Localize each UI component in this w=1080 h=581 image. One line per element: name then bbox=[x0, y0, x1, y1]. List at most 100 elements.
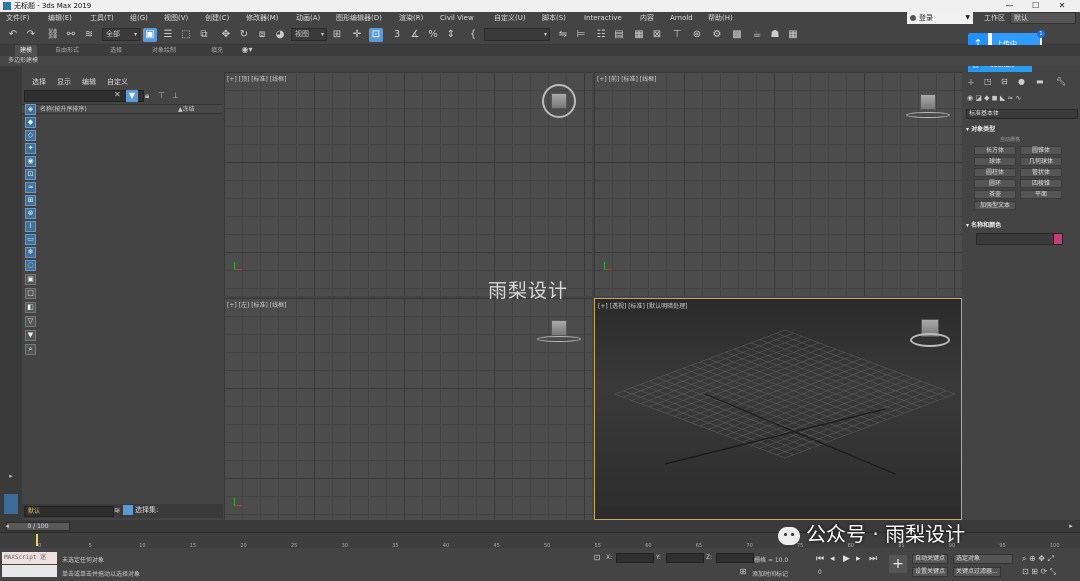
menu-arnold[interactable]: Arnold bbox=[670, 13, 693, 24]
cone-button[interactable]: 圆锥体 bbox=[1020, 146, 1062, 155]
spinner-snap-icon[interactable]: ⇕ bbox=[444, 28, 458, 42]
select-by-name-icon[interactable]: ☰ bbox=[161, 28, 175, 42]
tube-button[interactable]: 管状体 bbox=[1020, 168, 1062, 177]
display-geometry-icon[interactable]: ◆ bbox=[25, 117, 36, 128]
menu-views[interactable]: 视图(V) bbox=[164, 13, 188, 24]
scale-icon[interactable]: ⧈ bbox=[255, 28, 269, 42]
render-production-icon[interactable]: ☕ bbox=[750, 28, 764, 42]
viewport-front-label[interactable]: [+] [前] [标准] [线框] bbox=[597, 74, 656, 83]
percent-snap-icon[interactable]: % bbox=[426, 28, 440, 42]
isolate-selection-icon[interactable]: ⊡ bbox=[590, 551, 604, 565]
display-shapes-icon[interactable]: ◇ bbox=[25, 130, 36, 141]
explorer-menu-customize[interactable]: 自定义 bbox=[107, 77, 128, 87]
frame-number[interactable]: 0 bbox=[818, 569, 822, 576]
maxscript-listener[interactable]: MAXScript 迷 bbox=[2, 552, 57, 564]
display-containers-icon[interactable]: ▭ bbox=[25, 234, 36, 245]
display-spacewarps-icon[interactable]: ≈ bbox=[25, 182, 36, 193]
viewport-left[interactable]: [+] [左] [标准] [线框] bbox=[224, 298, 592, 520]
display-lights-icon[interactable]: ✦ bbox=[25, 143, 36, 154]
col-frozen-header[interactable]: ▲冻结 bbox=[178, 105, 195, 114]
slider-left-icon[interactable]: ◂ bbox=[0, 519, 14, 533]
display-bones-icon[interactable]: ⌇ bbox=[25, 221, 36, 232]
bind-space-warp-icon[interactable]: ≋ bbox=[82, 28, 96, 42]
object-color-swatch[interactable] bbox=[1053, 233, 1063, 245]
ref-coord-dropdown[interactable]: 视图 bbox=[291, 28, 327, 41]
viewcube[interactable] bbox=[920, 94, 936, 110]
rendered-frame-icon[interactable]: ▩ bbox=[730, 28, 744, 42]
go-to-end-icon[interactable]: ⏭ bbox=[869, 554, 877, 564]
align-icon[interactable]: ⊨ bbox=[574, 28, 588, 42]
menu-create[interactable]: 创建(C) bbox=[205, 13, 229, 24]
menu-help[interactable]: 帮助(H) bbox=[708, 13, 733, 24]
menu-rendering[interactable]: 渲染(R) bbox=[399, 13, 423, 24]
filter-icon[interactable]: ▼ bbox=[126, 90, 138, 102]
selection-set[interactable]: 选择集: bbox=[123, 505, 158, 515]
hierarchy-icon[interactable]: ⊤ bbox=[158, 91, 165, 100]
object-name-field[interactable] bbox=[976, 233, 1060, 245]
primitive-category-dropdown[interactable]: 标准基本体 bbox=[966, 109, 1078, 119]
display-invert-icon[interactable]: ◧ bbox=[25, 302, 36, 313]
close-button[interactable]: ✕ bbox=[1050, 0, 1074, 12]
menu-interactive[interactable]: Interactive bbox=[584, 13, 622, 24]
unlink-icon[interactable]: ⚯ bbox=[64, 28, 78, 42]
motion-tab-icon[interactable]: ● bbox=[1018, 77, 1025, 86]
x-coordinate-field[interactable] bbox=[616, 553, 654, 563]
move-icon[interactable]: ✥ bbox=[219, 28, 233, 42]
cylinder-button[interactable]: 圆柱体 bbox=[974, 168, 1016, 177]
set-key-big-icon[interactable]: + bbox=[889, 555, 907, 573]
modify-tab-icon[interactable]: ◳ bbox=[984, 77, 992, 86]
filter-active-icon[interactable]: ▼ bbox=[25, 330, 36, 341]
clear-search-icon[interactable]: ✕ bbox=[114, 90, 121, 99]
render-setup-icon[interactable]: ⚙ bbox=[710, 28, 724, 42]
link-icon[interactable]: ⛓ bbox=[46, 28, 60, 42]
signin-dropdown[interactable]: 登录 ▼ bbox=[907, 12, 973, 24]
menu-group[interactable]: 组(G) bbox=[130, 13, 148, 24]
rotate-icon[interactable]: ↻ bbox=[237, 28, 251, 42]
layers-icon[interactable]: ≋ bbox=[110, 504, 124, 518]
menu-customize[interactable]: 自定义(U) bbox=[494, 13, 526, 24]
viewport-top-label[interactable]: [+] [顶] [标准] [线框] bbox=[227, 74, 286, 83]
viewport-perspective[interactable]: [+] [透视] [标准] [默认明暗处理] bbox=[594, 298, 962, 520]
menu-animation[interactable]: 动画(A) bbox=[296, 13, 320, 24]
menu-file[interactable]: 文件(F) bbox=[6, 13, 30, 24]
pyramid-button[interactable]: 四棱锥 bbox=[1020, 179, 1062, 188]
minimize-button[interactable]: — bbox=[998, 0, 1022, 12]
pivot-center-icon[interactable]: ⊞ bbox=[330, 28, 344, 42]
prev-frame-icon[interactable]: ◂ bbox=[830, 554, 835, 564]
autogrid-checkbox[interactable]: 自动栅格 bbox=[1000, 136, 1020, 143]
z-coordinate-field[interactable] bbox=[716, 553, 754, 563]
display-helpers-icon[interactable]: ⊡ bbox=[25, 169, 36, 180]
display-cameras-icon[interactable]: ◉ bbox=[25, 156, 36, 167]
auto-key-button[interactable]: 自动关键点 bbox=[912, 554, 949, 564]
next-frame-icon[interactable]: ▸ bbox=[856, 554, 861, 564]
sphere-button[interactable]: 球体 bbox=[974, 157, 1016, 166]
render-online-icon[interactable]: ▦ bbox=[786, 28, 800, 42]
tab-selection[interactable]: 选择 bbox=[110, 45, 122, 56]
undo-icon[interactable]: ↶ bbox=[6, 28, 20, 42]
menu-content[interactable]: 内容 bbox=[640, 13, 654, 24]
object-type-header[interactable]: ▾ 对象类型 bbox=[966, 124, 995, 133]
create-tab-icon[interactable]: ＋ bbox=[967, 77, 975, 88]
selected-object-dropdown[interactable]: 选定对象 bbox=[953, 554, 1013, 564]
place-icon[interactable]: ◕ bbox=[273, 28, 287, 42]
lock-icon[interactable]: 🔒︎ bbox=[145, 91, 149, 101]
ribbon-sub-label[interactable]: 多边形建模 bbox=[8, 56, 38, 66]
menu-edit[interactable]: 编辑(E) bbox=[48, 13, 72, 24]
time-slider-handle[interactable]: 0 / 100 bbox=[6, 522, 70, 531]
play-animation-icon[interactable]: ▶ bbox=[843, 554, 850, 564]
menu-tools[interactable]: 工具(T) bbox=[90, 13, 114, 24]
play-icon[interactable]: ▸ bbox=[5, 470, 17, 482]
box-button[interactable]: 长方体 bbox=[974, 146, 1016, 155]
select-object-icon[interactable]: ▣ bbox=[143, 28, 157, 42]
viewport-left-label[interactable]: [+] [左] [标准] [线框] bbox=[227, 300, 286, 309]
display-frozen-icon[interactable]: ❄ bbox=[25, 247, 36, 258]
display-groups-icon[interactable]: ⊞ bbox=[25, 195, 36, 206]
viewcube[interactable] bbox=[551, 93, 567, 109]
col-name-header[interactable]: 名称(按升序排序) bbox=[40, 105, 87, 114]
viewport-layout-button[interactable] bbox=[4, 494, 18, 514]
tab-object-paint[interactable]: 对象绘制 bbox=[152, 45, 176, 56]
explorer-menu-display[interactable]: 显示 bbox=[57, 77, 71, 87]
plane-button[interactable]: 平面 bbox=[1020, 190, 1062, 199]
explorer-menu-edit[interactable]: 编辑 bbox=[82, 77, 96, 87]
add-time-tag-button[interactable]: 添加时间标记 bbox=[752, 569, 788, 578]
